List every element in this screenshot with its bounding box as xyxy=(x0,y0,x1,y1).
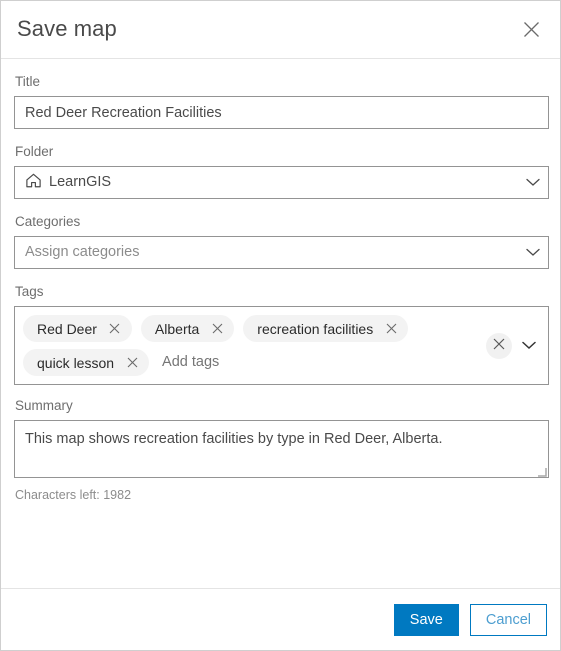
title-field-group: Title Red Deer Recreation Facilities xyxy=(14,73,549,129)
dialog-body: Title Red Deer Recreation Facilities Fol… xyxy=(1,59,560,588)
categories-label: Categories xyxy=(15,214,81,229)
remove-tag-icon[interactable] xyxy=(124,355,140,371)
categories-placeholder: Assign categories xyxy=(25,244,140,261)
close-icon xyxy=(493,337,505,355)
tag-chip[interactable]: Red Deer xyxy=(23,315,132,342)
home-icon xyxy=(25,172,42,193)
folder-select-value: LearnGIS xyxy=(25,172,526,193)
page-title: Save map xyxy=(17,16,117,42)
dialog-footer: Save Cancel xyxy=(1,588,560,650)
tag-chip[interactable]: quick lesson xyxy=(23,349,150,376)
close-icon xyxy=(523,21,540,38)
remove-tag-icon[interactable] xyxy=(107,321,123,337)
title-input[interactable]: Red Deer Recreation Facilities xyxy=(14,96,549,129)
chevron-down-icon xyxy=(526,174,540,192)
categories-field-group: Categories Assign categories xyxy=(14,213,549,269)
folder-name: LearnGIS xyxy=(49,174,112,191)
tags-input-container[interactable]: Red Deer Alberta recreation facilities q… xyxy=(14,306,549,385)
tags-field-group: Tags Red Deer Alberta recreation facilit… xyxy=(14,283,549,385)
add-tags-input[interactable] xyxy=(158,348,486,377)
clear-tags-button[interactable] xyxy=(486,332,512,359)
save-map-dialog: Save map Title Red Deer Recreation Facil… xyxy=(0,0,561,651)
chevron-down-icon xyxy=(526,244,540,262)
tag-chip-label: Red Deer xyxy=(37,320,97,337)
title-label: Title xyxy=(15,74,41,89)
remove-tag-icon[interactable] xyxy=(383,321,399,337)
summary-textarea[interactable] xyxy=(14,420,549,478)
save-button[interactable]: Save xyxy=(393,603,459,636)
cancel-button[interactable]: Cancel xyxy=(469,603,547,636)
tags-actions xyxy=(486,332,544,359)
tag-chip[interactable]: recreation facilities xyxy=(243,315,409,342)
tag-chip-label: Alberta xyxy=(154,320,200,337)
remove-tag-icon[interactable] xyxy=(209,321,225,337)
tag-chip-label: recreation facilities xyxy=(257,320,374,337)
summary-label: Summary xyxy=(15,398,73,413)
characters-left-text: Characters left: 1982 xyxy=(15,488,132,502)
folder-label: Folder xyxy=(15,144,54,159)
tag-chip-label: quick lesson xyxy=(37,354,115,371)
dialog-header: Save map xyxy=(1,1,560,59)
chevron-down-icon xyxy=(522,337,536,355)
tags-label: Tags xyxy=(15,284,44,299)
folder-field-group: Folder LearnGIS xyxy=(14,143,549,199)
folder-select[interactable]: LearnGIS xyxy=(14,166,549,199)
tags-dropdown-button[interactable] xyxy=(518,333,540,359)
summary-wrapper xyxy=(14,420,549,478)
tag-chip-list: Red Deer Alberta recreation facilities q… xyxy=(23,314,486,377)
categories-select[interactable]: Assign categories xyxy=(14,236,549,269)
close-button[interactable] xyxy=(516,15,546,45)
summary-field-group: Summary Characters left: 1982 xyxy=(14,397,549,503)
tag-chip[interactable]: Alberta xyxy=(140,315,235,342)
